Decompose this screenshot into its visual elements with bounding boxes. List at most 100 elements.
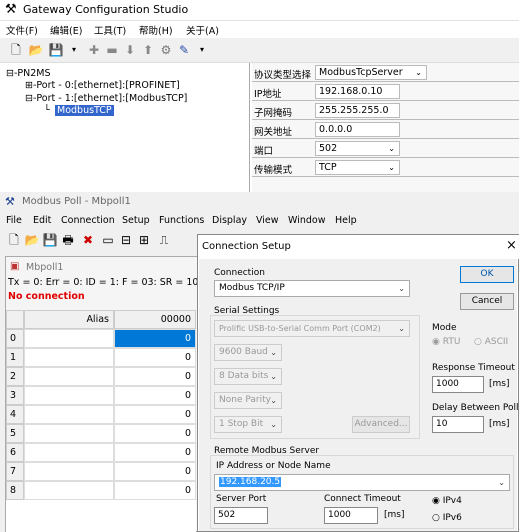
edit-icon[interactable]: ✎	[176, 42, 192, 58]
alias-cell[interactable]	[24, 405, 114, 424]
mp-menu-display[interactable]: Display	[212, 215, 247, 226]
tree-port-1[interactable]: ⊟-Port - 1:[ethernet]:[ModbusTCP]	[25, 93, 187, 104]
mp-menu-file[interactable]: File	[6, 215, 22, 226]
alias-cell[interactable]	[24, 329, 114, 348]
disconnect-icon[interactable]: ✖	[80, 232, 96, 248]
value-cell[interactable]: 0	[114, 481, 196, 500]
open-folder-icon[interactable]: 📂	[28, 42, 44, 58]
move-down-icon[interactable]: ⬇	[122, 42, 138, 58]
dialog-title-bar: Connection Setup ×	[198, 235, 519, 259]
connect-timeout-input[interactable]: 1000	[324, 507, 378, 524]
port-value: 502	[319, 143, 338, 154]
property-grid: 协议类型选择 ModbusTcpServer ⌄ IP地址 192.168.0.1…	[252, 63, 519, 195]
value-cell[interactable]: 0	[114, 443, 196, 462]
menu-tools[interactable]: 工具(T)	[94, 23, 126, 37]
connection-value: Modbus TCP/IP	[219, 283, 285, 293]
menu-file[interactable]: 文件(F)	[6, 23, 38, 37]
cancel-button[interactable]: Cancel	[460, 293, 514, 310]
write-icon[interactable]: ⊞	[136, 232, 152, 248]
menu-help[interactable]: 帮助(H)	[139, 23, 173, 37]
tree-modbustcp[interactable]: ModbusTCP	[55, 105, 114, 116]
move-up-icon[interactable]: ⬆	[140, 42, 156, 58]
ipv6-radio[interactable]: ○ IPv6	[432, 513, 462, 523]
response-timeout-input[interactable]: 1000	[432, 376, 484, 393]
protocol-select[interactable]: ModbusTcpServer ⌄	[315, 65, 427, 80]
read-icon[interactable]: ⊟	[118, 232, 134, 248]
grid-corner	[6, 310, 24, 329]
new-icon[interactable]: 🗋	[6, 232, 22, 248]
parity-select[interactable]: None Parity ⌄	[214, 392, 282, 409]
value-cell[interactable]: 0	[114, 367, 196, 386]
ipv4-radio[interactable]: ◉ IPv4	[432, 496, 462, 506]
modbus-poll-app-icon: ⚒	[5, 195, 15, 208]
stop-bits-select[interactable]: 1 Stop Bit ⌄	[214, 416, 282, 433]
delay-input[interactable]: 10	[432, 416, 484, 433]
new-file-icon[interactable]: 🗋	[8, 42, 24, 58]
prop-row-gateway: 网关地址 0.0.0.0	[252, 121, 519, 139]
mp-menu-view[interactable]: View	[256, 215, 279, 226]
mode-ascii-radio[interactable]: ○ ASCII	[474, 337, 508, 347]
mp-menu-connection[interactable]: Connection	[61, 215, 115, 226]
print-icon[interactable]: 🖶	[60, 232, 76, 248]
chevron-down-icon: ⌄	[270, 372, 277, 381]
tree-port-0[interactable]: ⊞-Port - 0:[ethernet]:[PROFINET]	[25, 80, 180, 91]
remove-icon[interactable]: ▬	[104, 42, 120, 58]
chevron-down-icon: ⌄	[270, 420, 277, 429]
advanced-button[interactable]: Advanced...	[352, 416, 410, 433]
close-icon[interactable]: ×	[506, 238, 517, 253]
value-cell[interactable]: 0	[114, 348, 196, 367]
chevron-down-icon: ⌄	[270, 396, 277, 405]
alias-cell[interactable]	[24, 481, 114, 500]
data-bits-value: 8 Data bits	[219, 371, 269, 381]
settings-icon[interactable]: ⚙	[158, 42, 174, 58]
mode-rtu-radio[interactable]: ◉ RTU	[432, 337, 460, 347]
register-grid: Alias 00000 001020304050607080	[6, 310, 196, 532]
baud-value: 9600 Baud	[219, 347, 268, 357]
serial-port-select[interactable]: Prolific USB-to-Serial Comm Port (COM2) ⌄	[214, 320, 410, 337]
add-icon[interactable]: ✚	[86, 42, 102, 58]
port-select[interactable]: 502 ⌄	[315, 141, 400, 156]
alias-cell[interactable]	[24, 462, 114, 481]
row-number: 7	[6, 462, 24, 481]
window-icon[interactable]: ▭	[100, 232, 116, 248]
mp-menu-help[interactable]: Help	[335, 215, 357, 226]
column-header-alias[interactable]: Alias	[24, 310, 114, 329]
ok-button[interactable]: OK	[460, 266, 514, 283]
baud-select[interactable]: 9600 Baud ⌄	[214, 344, 282, 361]
ip-address-combo[interactable]: 192.168.20.5 ⌄	[214, 474, 510, 491]
open-icon[interactable]: 📂	[24, 232, 40, 248]
alias-cell[interactable]	[24, 424, 114, 443]
alias-cell[interactable]	[24, 443, 114, 462]
menu-edit[interactable]: 编辑(E)	[50, 23, 82, 37]
mp-menu-window[interactable]: Window	[288, 215, 325, 226]
save-icon[interactable]: 💾	[48, 42, 64, 58]
mp-menu-setup[interactable]: Setup	[122, 215, 150, 226]
menu-about[interactable]: 关于(A)	[186, 23, 219, 37]
transport-mode-select[interactable]: TCP ⌄	[315, 160, 400, 175]
pulse-icon[interactable]: ⎍	[156, 232, 172, 248]
value-cell[interactable]: 0	[114, 462, 196, 481]
mp-menu-functions[interactable]: Functions	[159, 215, 204, 226]
value-cell[interactable]: 0	[114, 386, 196, 405]
alias-cell[interactable]	[24, 367, 114, 386]
mp-menu-edit[interactable]: Edit	[33, 215, 51, 226]
data-bits-select[interactable]: 8 Data bits ⌄	[214, 368, 282, 385]
ip-address-field[interactable]: 192.168.0.10	[315, 84, 400, 99]
response-timeout-label: Response Timeout	[432, 363, 515, 373]
toolbar-more-icon[interactable]: ▾	[194, 42, 210, 58]
save-icon[interactable]: 💾	[42, 232, 58, 248]
subnet-mask-field[interactable]: 255.255.255.0	[315, 103, 400, 118]
chevron-down-icon: ⌄	[415, 68, 422, 77]
value-cell[interactable]: 0	[114, 329, 196, 348]
alias-cell[interactable]	[24, 348, 114, 367]
dropdown-arrow-icon[interactable]: ▾	[66, 42, 82, 58]
server-port-input[interactable]: 502	[214, 507, 268, 524]
value-cell[interactable]: 0	[114, 424, 196, 443]
gateway-address-field[interactable]: 0.0.0.0	[315, 122, 400, 137]
value-cell[interactable]: 0	[114, 405, 196, 424]
column-header-address[interactable]: 00000	[114, 310, 196, 329]
gateway-title-bar: ⚒ Gateway Configuration Studio	[0, 0, 519, 21]
alias-cell[interactable]	[24, 386, 114, 405]
tree-root[interactable]: ⊟-PN2MS	[6, 68, 51, 79]
connection-select[interactable]: Modbus TCP/IP ⌄	[214, 280, 410, 297]
